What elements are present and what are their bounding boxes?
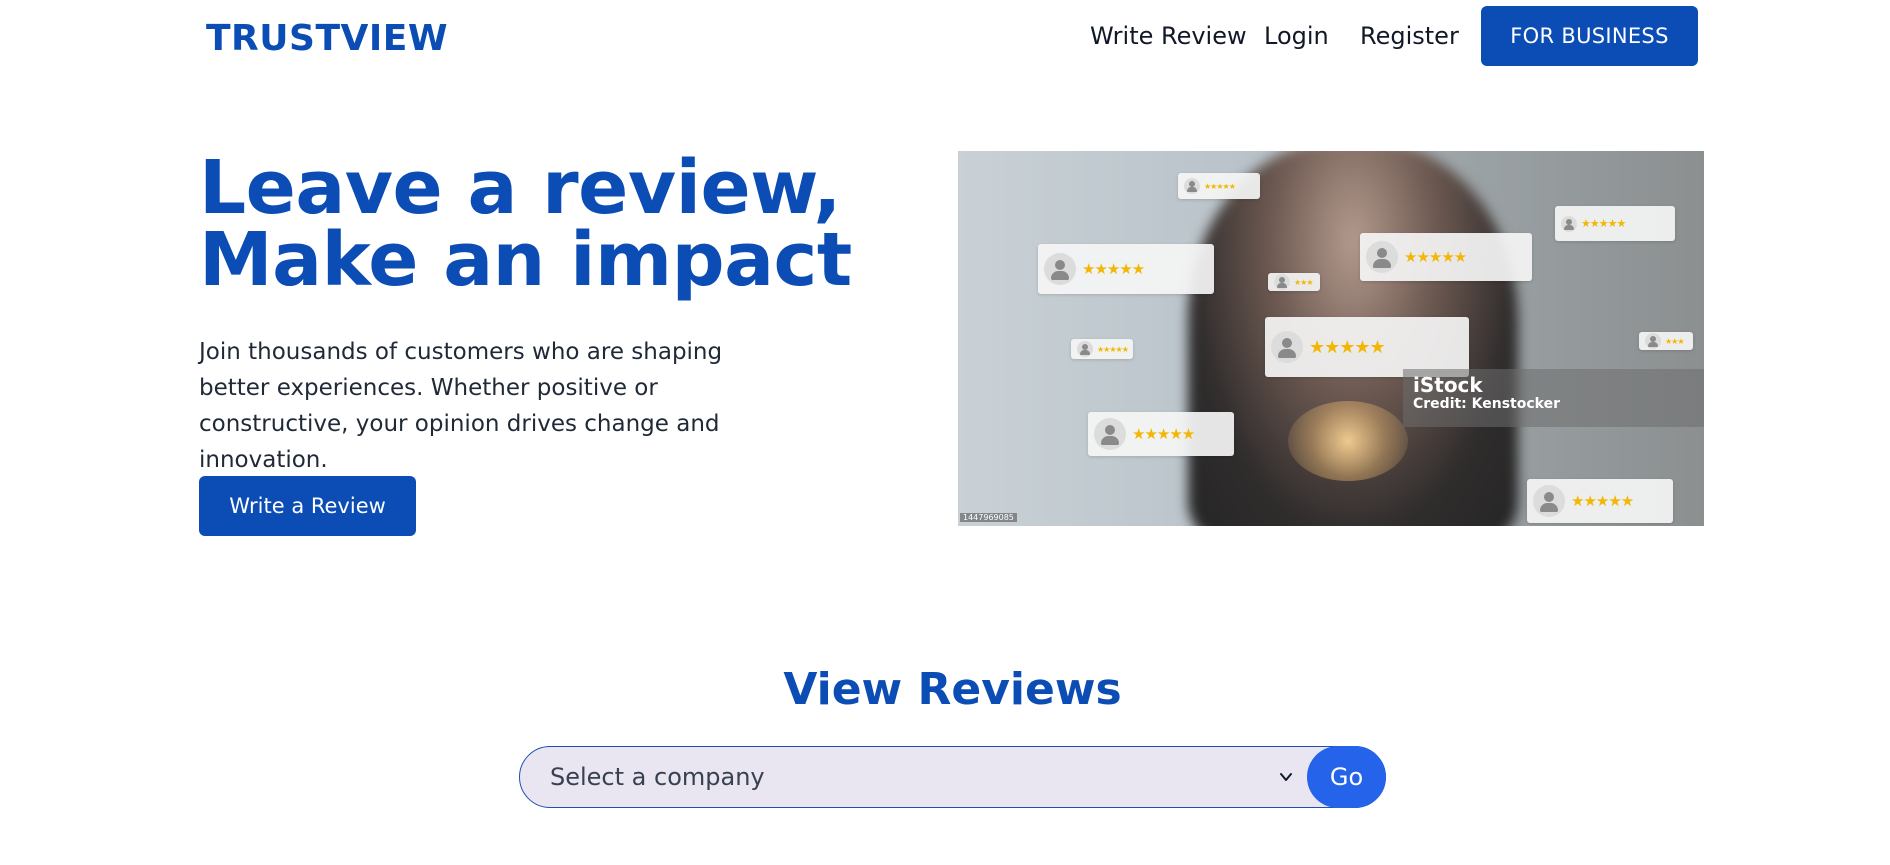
istock-brand: iStock — [1413, 373, 1483, 397]
hero-title-line-2: Make an impact — [199, 217, 852, 303]
view-reviews-title: View Reviews — [783, 664, 1122, 715]
company-search-bar: Select a company Go — [519, 746, 1386, 808]
go-button[interactable]: Go — [1307, 746, 1386, 808]
user-icon — [1274, 274, 1290, 290]
hero-image: ★★★★★ ★★★★★ ★★★★★ ★★★★★ ★★★★★ ★★★★★ ★★★★… — [958, 151, 1704, 526]
hero-title-line-1: Leave a review, — [199, 145, 841, 231]
review-card: ★★★★★ — [1038, 244, 1214, 294]
istock-credit: Credit: Kenstocker — [1413, 396, 1560, 412]
user-icon — [1271, 331, 1303, 363]
review-card: ★★★ — [1268, 273, 1320, 291]
site-header: TRUSTVIEW Write Review Login Register FO… — [0, 0, 1890, 76]
review-card: ★★★ — [1639, 332, 1693, 350]
rating-stars-icon: ★★★★★ — [1581, 217, 1626, 230]
hero-description: Join thousands of customers who are shap… — [199, 339, 723, 473]
rating-stars-icon: ★★★★★ — [1571, 492, 1634, 510]
chevron-down-icon[interactable] — [1279, 770, 1293, 784]
write-review-button[interactable]: Write a Review — [199, 476, 416, 536]
user-icon — [1077, 341, 1093, 357]
hand-glow — [1288, 401, 1408, 481]
image-id: 1447969085 — [960, 513, 1017, 522]
rating-stars-icon: ★★★★★ — [1132, 425, 1195, 443]
review-card: ★★★★★ — [1071, 339, 1133, 359]
rating-stars-icon: ★★★★★ — [1097, 344, 1129, 354]
nav-register[interactable]: Register — [1360, 22, 1459, 50]
user-icon — [1366, 241, 1398, 273]
review-card: ★★★★★ — [1555, 206, 1675, 241]
user-icon — [1184, 178, 1200, 194]
user-icon — [1533, 485, 1565, 517]
review-card: ★★★★★ — [1265, 317, 1469, 377]
rating-stars-icon: ★★★★★ — [1082, 260, 1145, 278]
user-icon — [1044, 253, 1076, 285]
rating-stars-icon: ★★★★★ — [1404, 248, 1467, 266]
rating-stars-icon: ★★★ — [1665, 336, 1684, 346]
user-icon — [1561, 215, 1577, 232]
hero-title: Leave a review, Make an impact — [199, 145, 852, 303]
review-card: ★★★★★ — [1360, 233, 1532, 281]
for-business-button[interactable]: FOR BUSINESS — [1481, 6, 1698, 66]
review-card: ★★★★★ — [1527, 479, 1673, 523]
user-icon — [1645, 333, 1661, 349]
nav-login[interactable]: Login — [1264, 22, 1329, 50]
user-icon — [1094, 418, 1126, 450]
rating-stars-icon: ★★★ — [1294, 277, 1313, 287]
rating-stars-icon: ★★★★★ — [1309, 336, 1386, 358]
site-logo[interactable]: TRUSTVIEW — [206, 18, 448, 59]
istock-watermark: iStock Credit: Kenstocker — [1403, 369, 1704, 427]
rating-stars-icon: ★★★★★ — [1204, 181, 1236, 191]
review-card: ★★★★★ — [1178, 173, 1260, 199]
review-card: ★★★★★ — [1088, 412, 1234, 456]
company-select[interactable]: Select a company — [550, 763, 1279, 791]
nav-write-review[interactable]: Write Review — [1090, 22, 1247, 50]
